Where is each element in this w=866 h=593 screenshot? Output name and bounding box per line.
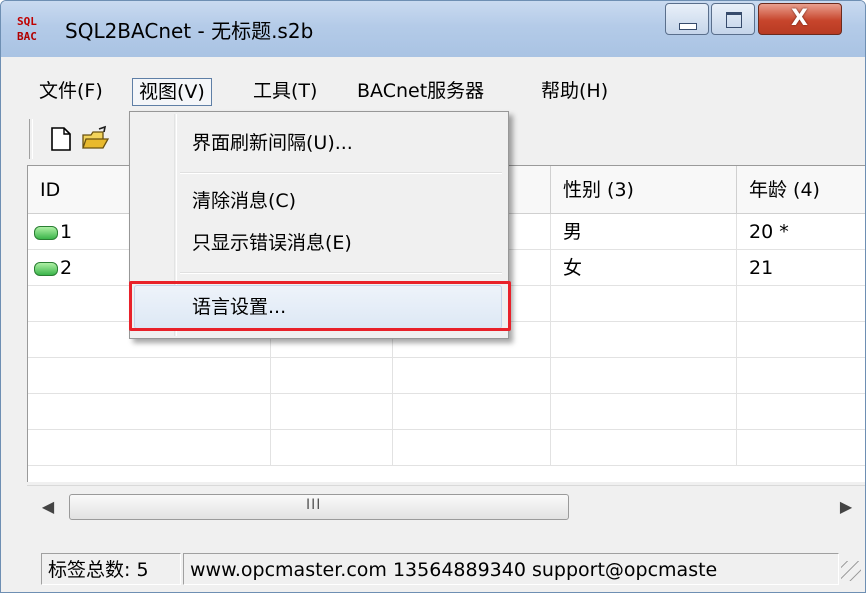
close-button[interactable]: X	[758, 3, 842, 35]
left-margin	[1, 165, 27, 539]
column-header-age[interactable]: 年龄 (4)	[737, 166, 865, 214]
menu-bar: 文件(F) 视图(V) 工具(T) BACnet服务器 帮助(H)	[1, 73, 865, 109]
row-id-text: 1	[60, 221, 73, 243]
menu-file[interactable]: 文件(F)	[39, 73, 103, 109]
menu-item-show-errors-only[interactable]: 只显示错误消息(E)	[192, 228, 352, 258]
menu-item-refresh-interval[interactable]: 界面刷新间隔(U)...	[192, 128, 353, 158]
horizontal-scrollbar[interactable]: ◀ III ▶	[27, 485, 865, 530]
empty-row	[28, 430, 865, 466]
minimize-button[interactable]	[665, 3, 709, 35]
scrollbar-grip-icon: III	[306, 497, 322, 513]
window-title: SQL2BACnet - 无标题.s2b	[65, 19, 314, 43]
menu-bacnet-server[interactable]: BACnet服务器	[357, 73, 484, 109]
scroll-left-arrow-icon[interactable]: ◀	[35, 494, 61, 520]
new-file-icon	[51, 127, 71, 151]
cell-age: 21	[737, 250, 865, 286]
status-contact: www.opcmaster.com 13564889340 support@op…	[183, 553, 839, 585]
cell-gender: 男	[551, 214, 737, 250]
status-tag-count: 标签总数: 5	[41, 553, 181, 585]
app-logo-text-bottom: BAC	[17, 30, 37, 43]
menu-view[interactable]: 视图(V)	[132, 78, 212, 106]
resize-grip-icon[interactable]	[841, 561, 861, 581]
tag-icon	[34, 261, 58, 276]
scrollbar-thumb[interactable]: III	[69, 494, 569, 520]
open-file-button[interactable]	[81, 125, 110, 153]
row-id-text: 2	[60, 257, 73, 279]
title-bar[interactable]: SQL BAC SQL2BACnet - 无标题.s2b X	[1, 1, 865, 57]
toolbar-separator	[29, 119, 33, 159]
app-logo-text-top: SQL	[17, 15, 37, 28]
new-file-button[interactable]	[47, 125, 75, 153]
column-header-gender[interactable]: 性别 (3)	[551, 166, 737, 214]
menu-item-clear-messages[interactable]: 清除消息(C)	[192, 186, 296, 216]
menu-help[interactable]: 帮助(H)	[541, 73, 608, 109]
app-logo-icon: SQL BAC	[15, 13, 49, 47]
scroll-right-arrow-icon[interactable]: ▶	[833, 494, 859, 520]
empty-row	[28, 358, 865, 394]
close-icon: X	[791, 6, 808, 31]
menu-separator	[180, 272, 502, 274]
status-bar: 标签总数: 5 www.opcmaster.com 13564889340 su…	[1, 539, 865, 592]
app-window: SQL BAC SQL2BACnet - 无标题.s2b X 文件(F) 视图(…	[0, 0, 866, 593]
maximize-icon	[726, 12, 742, 28]
menu-tools[interactable]: 工具(T)	[253, 73, 317, 109]
open-folder-icon	[82, 125, 110, 149]
tag-icon	[34, 225, 58, 240]
cell-age: 20 *	[737, 214, 865, 250]
minimize-icon	[679, 23, 697, 30]
cell-gender: 女	[551, 250, 737, 286]
maximize-button[interactable]	[711, 3, 755, 35]
empty-row	[28, 394, 865, 430]
annotation-highlight-box	[129, 281, 511, 331]
menu-separator	[180, 172, 502, 174]
